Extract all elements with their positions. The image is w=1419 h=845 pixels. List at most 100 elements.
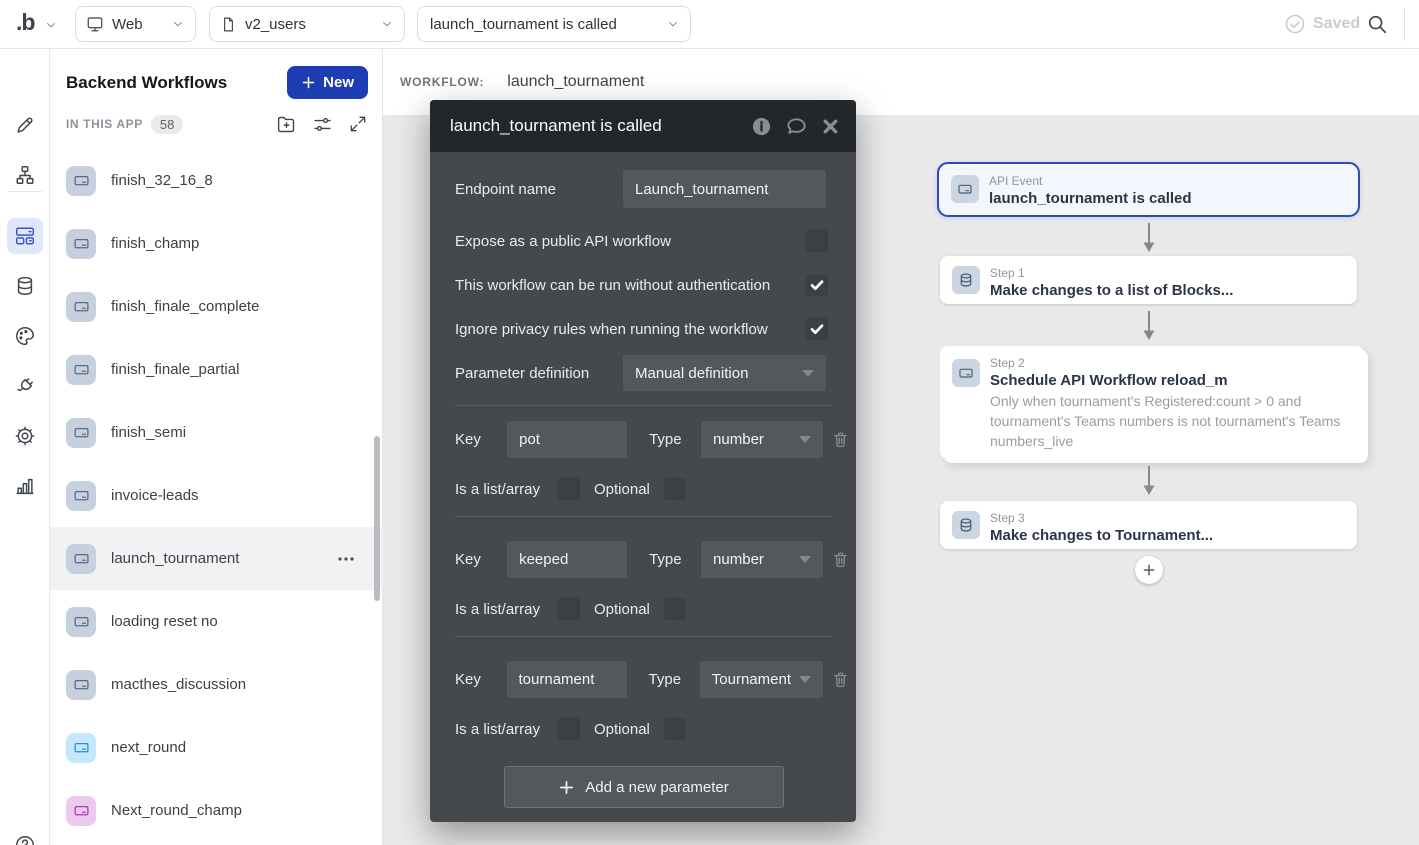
info-icon[interactable] [751, 116, 772, 137]
optional-checkbox[interactable] [664, 718, 686, 740]
rail-item-pages sitemap-icon[interactable] [7, 157, 43, 193]
flow-node-step-3[interactable]: Step 3 Make changes to Tournament... [940, 501, 1357, 549]
rail-item-plugins plug-icon[interactable] [7, 368, 43, 404]
chevron-down-icon[interactable] [44, 18, 58, 32]
workflow-name: invoice-leads [111, 487, 199, 504]
param-key-field[interactable] [507, 661, 627, 698]
flow-node-step-1[interactable]: Step 1 Make changes to a list of Blocks.… [940, 256, 1357, 304]
expose-api-label: Expose as a public API workflow [455, 233, 806, 250]
new-workflow-button[interactable]: New [287, 66, 368, 99]
rail-item-settings gear-icon[interactable] [7, 418, 43, 454]
comment-icon[interactable] [785, 115, 808, 138]
workflow-list-item[interactable]: next_round [50, 716, 383, 779]
scope-label: IN THIS APP [66, 117, 143, 131]
api-card-icon [951, 175, 979, 203]
api-workflow-icon [66, 607, 96, 637]
param-type-select[interactable]: number [701, 421, 823, 458]
api-workflow-icon [66, 796, 96, 826]
help-icon[interactable] [14, 834, 36, 845]
delete-parameter-trash-icon[interactable] [831, 670, 850, 689]
is-list-label: Is a list/array [455, 481, 547, 498]
rail-item-data database-icon[interactable] [7, 268, 43, 304]
workflow-properties-modal: launch_tournament is called Endpoint nam… [430, 100, 856, 822]
dropdown-arrow-icon [802, 370, 814, 377]
flow-arrow-icon [1142, 311, 1156, 341]
workflow-dropdown[interactable]: launch_tournament is called [417, 6, 691, 42]
param-type-select[interactable]: number [701, 541, 823, 578]
param-type-select[interactable]: Tournament [700, 661, 823, 698]
param-key-field[interactable] [507, 421, 627, 458]
parameter-definition-value: Manual definition [635, 365, 794, 382]
workflow-list-item[interactable]: invoice-leads [50, 464, 383, 527]
delete-parameter-trash-icon[interactable] [831, 430, 850, 449]
rail-item-design pencil-icon[interactable] [7, 107, 43, 143]
workflow-list-item[interactable]: Next_round_champ [50, 779, 383, 842]
add-step-button plus-icon[interactable] [1135, 556, 1163, 584]
optional-checkbox[interactable] [664, 478, 686, 500]
flow-node-api-event[interactable]: API Event launch_tournament is called [937, 162, 1360, 217]
expand-icon[interactable] [348, 114, 368, 134]
page-icon [220, 16, 237, 33]
left-icon-rail [0, 49, 50, 845]
param-type-label: Type [649, 671, 682, 688]
workflow-name: finish_semi [111, 424, 186, 441]
rail-item-styles palette-icon[interactable] [7, 318, 43, 354]
modal-titlebar[interactable]: launch_tournament is called [430, 100, 856, 152]
flow-node-step-2[interactable]: Step 2 Schedule API Workflow reload_m On… [940, 346, 1364, 459]
workflow-list-item[interactable]: loading reset no [50, 590, 383, 653]
rail-divider [8, 191, 42, 192]
ignore-privacy-checkbox[interactable] [806, 318, 828, 340]
is-list-checkbox[interactable] [558, 478, 580, 500]
api-workflow-icon [66, 481, 96, 511]
check-circle-icon [1284, 13, 1306, 35]
delete-parameter-trash-icon[interactable] [831, 550, 850, 569]
workflow-list-item[interactable]: finish_champ [50, 212, 383, 275]
api-workflow-icon [66, 733, 96, 763]
bubble-logo[interactable]: .b [16, 9, 34, 36]
is-list-label: Is a list/array [455, 721, 547, 738]
workflow-list-item[interactable]: finish_finale_partial [50, 338, 383, 401]
workflow-list-item-selected[interactable]: launch_tournament [50, 527, 383, 590]
api-workflow-icon [66, 166, 96, 196]
close-icon[interactable] [821, 117, 840, 136]
api-workflow-icon [66, 418, 96, 448]
expose-api-checkbox[interactable] [806, 230, 828, 252]
sidebar-scrollbar[interactable] [374, 436, 380, 601]
page-dropdown-value: v2_users [237, 16, 380, 33]
no-auth-checkbox[interactable] [806, 274, 828, 296]
modal-title: launch_tournament is called [450, 116, 751, 136]
is-list-checkbox[interactable] [558, 598, 580, 620]
optional-checkbox[interactable] [664, 598, 686, 620]
modal-body: Endpoint name Expose as a public API wor… [430, 170, 856, 823]
is-list-checkbox[interactable] [558, 718, 580, 740]
param-type-label: Type [649, 551, 683, 568]
flow-arrow-icon [1142, 466, 1156, 496]
parameter-definition-select[interactable]: Manual definition [623, 355, 826, 391]
new-button-label: New [323, 74, 354, 91]
no-auth-label: This workflow can be run without authent… [455, 277, 806, 294]
search-icon[interactable] [1366, 13, 1388, 35]
api-workflow-icon [66, 670, 96, 700]
param-key-label: Key [455, 671, 484, 688]
node-step-label: Step 1 [990, 266, 1233, 280]
workflow-list-item[interactable]: macthes_discussion [50, 653, 383, 716]
rail-item-workflows workflow-blocks-icon[interactable] [7, 218, 43, 254]
rail-item-logs bar-chart-icon[interactable] [7, 468, 43, 504]
workflow-list-item[interactable]: finish_semi [50, 401, 383, 464]
mode-dropdown[interactable]: Web [75, 6, 196, 42]
more-options-icon[interactable] [337, 556, 355, 562]
save-status-label: Saved [1313, 15, 1360, 33]
bubble-editor: .b Web v2_users launch_tournament is cal… [0, 0, 1419, 845]
workflow-header-name: launch_tournament [507, 73, 644, 91]
param-key-field[interactable] [507, 541, 627, 578]
endpoint-name-field[interactable] [623, 170, 826, 208]
filter-sliders-icon[interactable] [312, 114, 333, 135]
add-parameter-button[interactable]: Add a new parameter [504, 766, 784, 808]
page-dropdown[interactable]: v2_users [209, 6, 405, 42]
workflow-list-item[interactable]: finish_finale_complete [50, 275, 383, 338]
add-folder-icon[interactable] [276, 114, 297, 135]
workflow-list: finish_32_16_8 finish_champ finish_final… [50, 149, 383, 842]
dropdown-arrow-icon [799, 676, 811, 683]
workflow-dropdown-value: launch_tournament is called [428, 16, 666, 33]
workflow-list-item[interactable]: finish_32_16_8 [50, 149, 383, 212]
